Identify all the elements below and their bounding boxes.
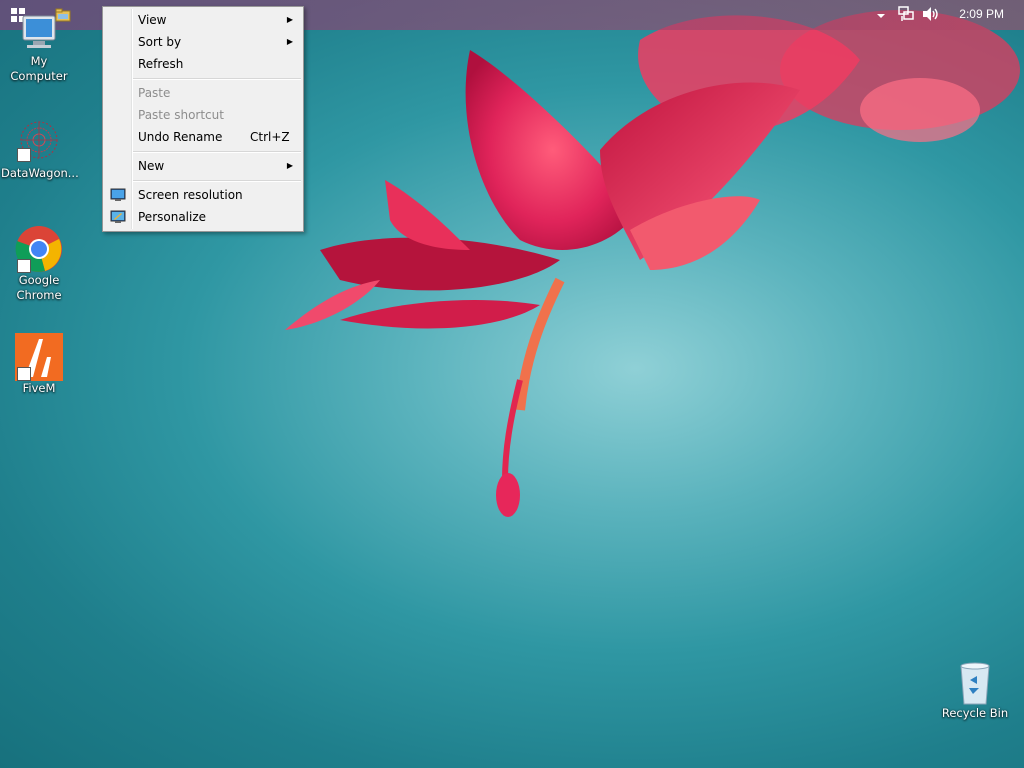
menu-item-new[interactable]: New ▶ — [105, 155, 301, 177]
menu-item-undo-rename[interactable]: Undo Rename Ctrl+Z — [105, 126, 301, 148]
menu-item-view[interactable]: View ▶ — [105, 9, 301, 31]
submenu-arrow-icon: ▶ — [286, 37, 293, 46]
desktop-icon-datawagon[interactable]: DataWagon... — [1, 118, 79, 181]
chevron-up-icon[interactable] — [876, 10, 886, 28]
shortcut-arrow-icon — [17, 148, 31, 162]
menu-separator — [133, 180, 301, 182]
recycle-bin-icon — [960, 662, 990, 705]
desktop-icon-my-computer[interactable]: My Computer — [1, 10, 77, 84]
menu-item-sort-by[interactable]: Sort by ▶ — [105, 31, 301, 53]
network-icon[interactable] — [898, 6, 914, 24]
menu-separator — [133, 78, 301, 80]
shortcut-arrow-icon — [17, 259, 31, 273]
menu-item-screen-resolution[interactable]: Screen resolution — [105, 184, 301, 206]
desktop-icon-fivem[interactable]: FiveM — [1, 333, 77, 396]
personalize-icon — [110, 210, 126, 223]
volume-icon[interactable] — [922, 6, 940, 24]
desktop-icon-label: DataWagon... — [1, 166, 79, 180]
shortcut-text: Ctrl+Z — [250, 130, 290, 144]
menu-separator — [133, 151, 301, 153]
submenu-arrow-icon: ▶ — [286, 15, 293, 24]
computer-icon — [22, 15, 56, 48]
menu-item-paste-shortcut: Paste shortcut — [138, 108, 224, 122]
desktop-icon-label: FiveM — [22, 381, 56, 395]
taskbar-clock[interactable]: 2:09 PM — [959, 0, 1004, 30]
submenu-arrow-icon: ▶ — [286, 161, 293, 170]
desktop-icon-label: My Computer — [10, 54, 68, 83]
desktop-icon-google-chrome[interactable]: Google Chrome — [1, 225, 77, 303]
menu-item-refresh[interactable]: Refresh — [105, 53, 301, 75]
monitor-icon — [110, 188, 126, 201]
desktop-icon-recycle-bin[interactable]: Recycle Bin — [937, 660, 1013, 721]
desktop-icon-label: Recycle Bin — [941, 706, 1009, 720]
menu-item-personalize[interactable]: Personalize — [105, 206, 301, 228]
shortcut-arrow-icon — [17, 367, 31, 381]
menu-item-paste: Paste — [138, 86, 171, 100]
desktop-icon-label: Google Chrome — [16, 273, 62, 302]
desktop-context-menu: View ▶ Sort by ▶ Refresh Paste Paste sho… — [102, 6, 304, 232]
